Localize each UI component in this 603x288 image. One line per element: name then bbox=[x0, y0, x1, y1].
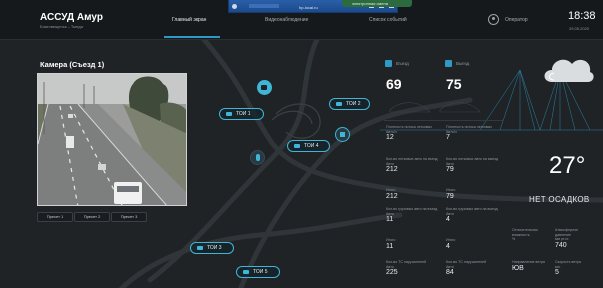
clock-date: 29.05.2020 bbox=[569, 26, 590, 31]
stat-label: Кол-во легковых авто на въезд bbox=[386, 157, 438, 161]
status-pill: электронная смена bbox=[342, 0, 412, 7]
stat-label: Плотность потока легковых bbox=[446, 125, 493, 129]
camera-image bbox=[38, 74, 186, 205]
stat-value: ЮВ bbox=[512, 264, 524, 272]
pin-icon[interactable] bbox=[232, 4, 237, 9]
nav-active-indicator bbox=[164, 36, 220, 38]
camera-feed[interactable] bbox=[37, 73, 187, 206]
preset-1-button[interactable]: Пресет 1 bbox=[37, 212, 73, 222]
nav-video[interactable]: Видеонаблюдение bbox=[265, 17, 308, 23]
sensor-icon bbox=[256, 154, 260, 161]
stat-label: Направление ветра bbox=[512, 260, 545, 264]
stat-value: 212 bbox=[386, 166, 398, 173]
preset-2-button[interactable]: Пресет 2 bbox=[74, 212, 110, 222]
stat-value: 11 bbox=[386, 242, 394, 250]
camera-chip-toi1[interactable]: ТОИ 1 bbox=[219, 108, 264, 120]
stat-label: Кол-во легковых авто на выезд bbox=[446, 157, 498, 161]
stat-value: 12 bbox=[386, 134, 394, 141]
camera-chip-toi3[interactable]: ТОИ 3 bbox=[190, 242, 234, 254]
sensor-button[interactable] bbox=[250, 150, 265, 165]
stat-label: Плотность потока легковых bbox=[386, 125, 433, 129]
exit-count: 75 bbox=[446, 76, 462, 92]
stat-label: Относительная влажность bbox=[512, 228, 538, 237]
stat-value: 11 bbox=[386, 216, 394, 223]
camera-icon bbox=[336, 102, 342, 106]
stat-label: Атмосферное давление bbox=[555, 228, 579, 237]
weather-metrics-right: Атмосферное давление мм рт.ст. 740 Скоро… bbox=[555, 228, 595, 276]
camera-chip-toi4[interactable]: ТОИ 4 bbox=[287, 140, 330, 152]
cloud-icon bbox=[544, 59, 594, 82]
preset-3-button[interactable]: Пресет 3 bbox=[111, 212, 147, 222]
status-pill-text: электронная смена bbox=[352, 1, 388, 6]
stat-label: Кол-во ТС нарушителей bbox=[446, 260, 487, 264]
stat-label: Скорость ветра bbox=[555, 260, 581, 264]
camera-icon bbox=[243, 270, 249, 274]
stat-label: Итого bbox=[446, 188, 456, 192]
entry-label: Въезд bbox=[396, 61, 409, 66]
chip-label: ТОИ 5 bbox=[253, 269, 268, 275]
browser-bar-text: hp-local.ru bbox=[299, 5, 318, 10]
stat-value: 212 bbox=[386, 192, 398, 200]
toolbar-slot bbox=[249, 4, 279, 8]
entry-checkbox-icon[interactable] bbox=[385, 60, 392, 67]
speaker-icon bbox=[340, 132, 345, 137]
stat-label: Кол-во ТС нарушителей bbox=[386, 260, 427, 264]
chip-label: ТОИ 3 bbox=[207, 245, 222, 251]
stat-label: Кол-во грузовых авто на выезд bbox=[446, 207, 498, 211]
stat-value: 5 bbox=[555, 269, 559, 276]
chip-label: ТОИ 4 bbox=[304, 143, 319, 149]
stat-value: 79 bbox=[446, 192, 454, 200]
app-title: АССУД Амур bbox=[40, 12, 103, 23]
speaker-button[interactable] bbox=[335, 127, 350, 142]
user-label[interactable]: Оператор bbox=[505, 17, 528, 23]
exit-label: Выезд bbox=[456, 61, 470, 66]
stat-label: Кол-во грузовых авто на въезд bbox=[386, 207, 438, 211]
app-subtitle: Благовещенск – Тында bbox=[40, 24, 83, 29]
clock-time: 18:38 bbox=[568, 10, 596, 22]
stat-value: 4 bbox=[446, 242, 450, 250]
stat-unit: % bbox=[512, 237, 516, 241]
temperature: 27° bbox=[549, 152, 586, 179]
nav-events[interactable]: Список событий bbox=[369, 17, 407, 23]
user-icon[interactable] bbox=[488, 14, 499, 25]
stat-value: 225 bbox=[386, 269, 398, 276]
stat-value: 4 bbox=[446, 216, 450, 223]
nav-main-screen[interactable]: Главный экран bbox=[172, 17, 206, 23]
video-camera-button[interactable] bbox=[257, 80, 272, 95]
weather-condition: НЕТ ОСАДКОВ bbox=[529, 195, 590, 204]
exit-checkbox-icon[interactable] bbox=[445, 60, 452, 67]
chip-label: ТОИ 2 bbox=[346, 101, 361, 107]
camera-title: Камера (Съезд 1) bbox=[40, 60, 105, 69]
stat-value: 79 bbox=[446, 166, 454, 173]
video-camera-icon bbox=[261, 85, 267, 90]
stat-label: Итого bbox=[386, 238, 396, 242]
weather-metrics-left: Относительная влажность % Направление ве… bbox=[512, 228, 550, 272]
camera-icon bbox=[226, 112, 232, 116]
stat-label: Итого bbox=[446, 238, 456, 242]
camera-icon bbox=[294, 144, 300, 148]
stat-value: 740 bbox=[555, 241, 567, 249]
stats-divider bbox=[384, 120, 504, 121]
camera-chip-toi2[interactable]: ТОИ 2 bbox=[329, 98, 370, 110]
camera-icon bbox=[197, 246, 203, 250]
stat-value: 7 bbox=[446, 134, 450, 141]
stat-value: 84 bbox=[446, 269, 454, 276]
camera-chip-toi5[interactable]: ТОИ 5 bbox=[236, 266, 280, 278]
chip-label: ТОИ 1 bbox=[236, 111, 251, 117]
entry-count: 69 bbox=[386, 76, 402, 92]
